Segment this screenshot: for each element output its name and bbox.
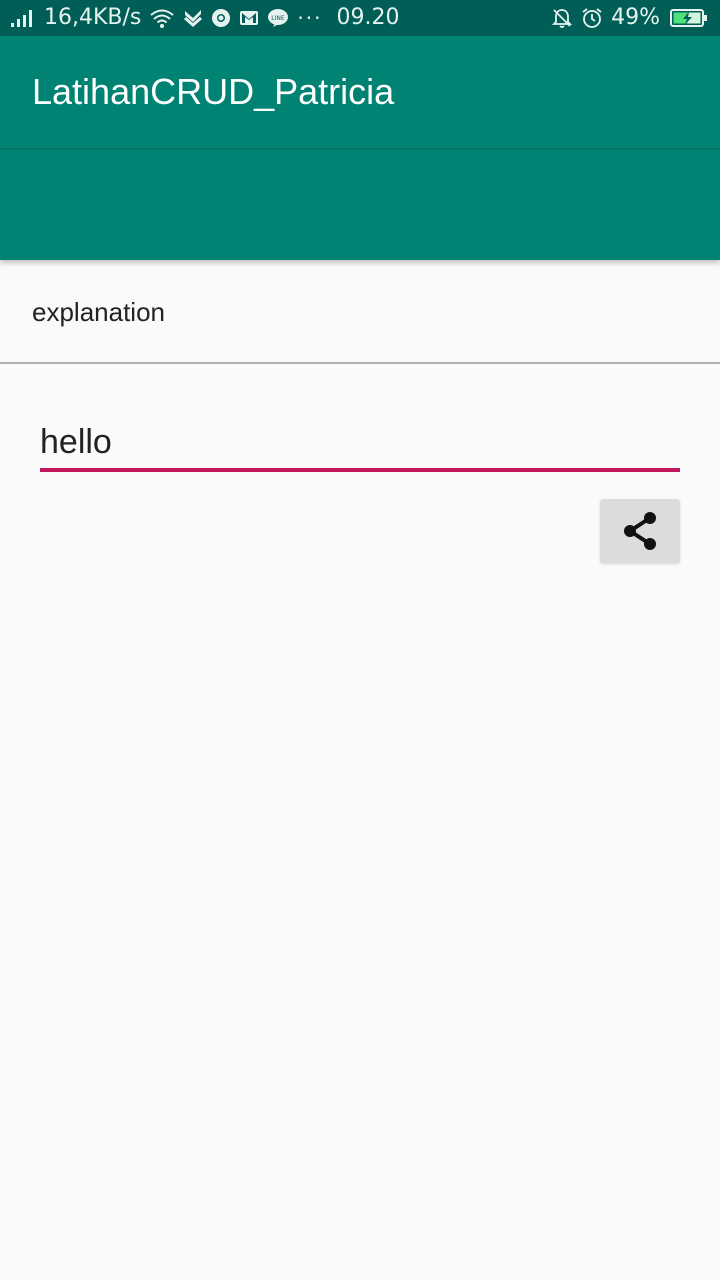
explanation-label: explanation [32, 297, 165, 327]
status-bar: 16,4KB/s LINE ··· 09.20 49% [0, 0, 720, 36]
app-title: LatihanCRUD_Patricia [32, 71, 395, 112]
network-speed: 16,4KB/s [44, 5, 142, 30]
divider [0, 362, 720, 364]
share-button[interactable] [600, 499, 680, 563]
overflow-notifications: ··· [297, 6, 323, 30]
battery-percent: 49% [611, 5, 660, 30]
status-bar-left: 16,4KB/s LINE ··· 09.20 [10, 0, 407, 36]
app-screen: 16,4KB/s LINE ··· 09.20 49% LatihanCRUD_… [0, 0, 720, 1280]
alarm-icon [581, 7, 603, 29]
signal-icon [10, 8, 36, 28]
battery-charging-icon [670, 8, 708, 28]
input-underline [40, 468, 680, 472]
check-notification-icon [183, 8, 203, 28]
app-bar: LatihanCRUD_Patricia [0, 36, 720, 260]
gmail-icon [239, 9, 259, 27]
chrome-icon [211, 8, 231, 28]
svg-text:LINE: LINE [272, 15, 286, 22]
status-bar-right: 49% [551, 0, 708, 36]
share-icon [620, 510, 660, 552]
status-time: 09.20 [336, 5, 400, 30]
line-icon: LINE [267, 8, 289, 28]
toolbar: LatihanCRUD_Patricia [0, 36, 720, 150]
text-input-field[interactable] [40, 418, 680, 466]
mute-notification-icon [551, 7, 573, 29]
wifi-icon [149, 7, 175, 29]
